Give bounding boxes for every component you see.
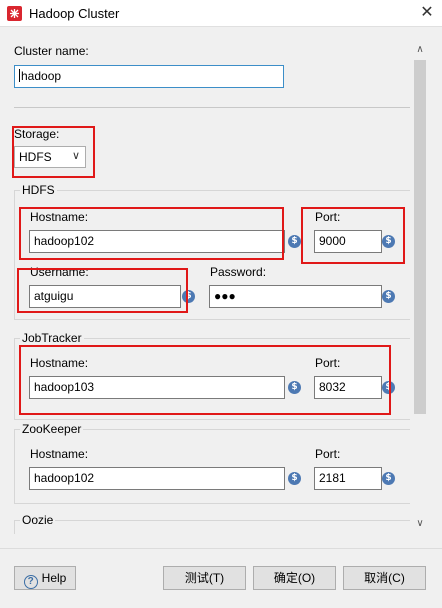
cluster-name-input[interactable]: hadoop xyxy=(14,65,284,88)
divider xyxy=(14,107,410,108)
scrollbar-thumb[interactable] xyxy=(414,60,426,414)
zookeeper-hostname-input[interactable]: hadoop102 xyxy=(29,467,285,490)
highlight-hdfs-username xyxy=(17,268,188,313)
ok-button[interactable]: 确定(O) xyxy=(253,566,336,590)
window-title: Hadoop Cluster xyxy=(29,6,120,21)
title-bar: Hadoop Cluster ✕ xyxy=(0,0,442,27)
hadoop-app-icon xyxy=(7,6,22,21)
oozie-group-title: Oozie xyxy=(20,513,56,527)
help-button[interactable]: ? Help xyxy=(14,566,76,590)
help-button-label: Help xyxy=(41,571,67,585)
jobtracker-group-title: JobTracker xyxy=(20,331,84,345)
zookeeper-group-title: ZooKeeper xyxy=(20,422,84,436)
zookeeper-port-label: Port: xyxy=(315,447,341,461)
oozie-group xyxy=(14,520,410,534)
test-button[interactable]: 测试(T) xyxy=(163,566,246,590)
footer-divider xyxy=(0,548,442,549)
text-caret xyxy=(19,69,20,82)
hdfs-group-title: HDFS xyxy=(20,183,57,197)
cluster-name-value: hadoop xyxy=(21,69,62,83)
cluster-name-label: Cluster name: xyxy=(14,44,89,58)
hdfs-password-label: Password: xyxy=(210,265,267,279)
highlight-storage xyxy=(12,126,95,178)
help-icon: ? xyxy=(23,575,38,589)
scroll-down-icon[interactable]: ∨ xyxy=(412,516,428,532)
highlight-hdfs-port xyxy=(301,207,405,264)
variable-icon[interactable]: $ xyxy=(288,472,301,485)
variable-icon[interactable]: $ xyxy=(382,472,395,485)
cancel-button[interactable]: 取消(C) xyxy=(343,566,426,590)
close-button[interactable]: ✕ xyxy=(412,0,442,27)
zookeeper-port-input[interactable]: 2181 xyxy=(314,467,382,490)
highlight-jobtracker xyxy=(19,345,391,415)
highlight-hdfs-hostname xyxy=(19,207,284,260)
variable-icon[interactable]: $ xyxy=(288,235,301,248)
hdfs-password-input[interactable]: ●●● xyxy=(209,285,382,308)
zookeeper-hostname-label: Hostname: xyxy=(30,447,89,461)
variable-icon[interactable]: $ xyxy=(382,290,395,303)
scroll-up-icon[interactable]: ∧ xyxy=(412,42,428,58)
